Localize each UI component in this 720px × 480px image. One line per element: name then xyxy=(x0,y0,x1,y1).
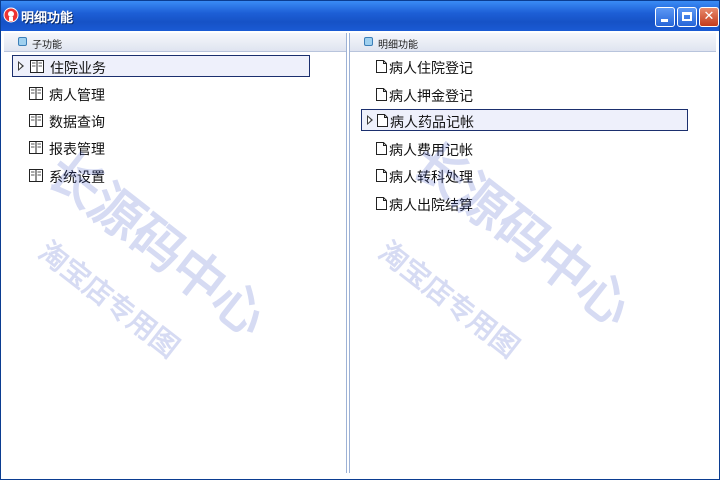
tree-item-shuju[interactable]: 数据查询 xyxy=(12,110,310,132)
close-button[interactable]: ✕ xyxy=(699,7,719,27)
arrow-right-icon xyxy=(18,61,24,71)
window-title: 明细功能 xyxy=(21,11,74,26)
book-icon xyxy=(29,114,43,127)
detail-item-dengji[interactable]: 病人住院登记 xyxy=(361,56,688,78)
app-icon xyxy=(3,7,19,23)
arrow-right-icon xyxy=(367,115,373,125)
app-window: 明细功能 ✕ 子功能 住院业务 病人管理 数据查询 报表管理 系统设置 明细功能… xyxy=(0,0,720,480)
book-icon xyxy=(29,141,43,154)
right-panel: 明细功能 病人住院登记 病人押金登记 病人药品记帐 病人费用记帐 病人转科处理 … xyxy=(349,33,716,473)
tree-item-xitong[interactable]: 系统设置 xyxy=(12,165,310,187)
right-panel-header: 明细功能 xyxy=(350,33,716,52)
book-icon xyxy=(30,60,44,73)
detail-item-feiyong[interactable]: 病人费用记帐 xyxy=(361,138,688,160)
tree-item-label: 系统设置 xyxy=(49,170,105,186)
doc-icon xyxy=(377,114,388,127)
tree-item-baobiao[interactable]: 报表管理 xyxy=(12,137,310,159)
detail-item-label: 病人住院登记 xyxy=(389,61,473,77)
left-panel: 子功能 住院业务 病人管理 数据查询 报表管理 系统设置 xyxy=(4,33,347,473)
detail-item-chuyuan[interactable]: 病人出院结算 xyxy=(361,193,688,215)
detail-item-yaopin[interactable]: 病人药品记帐 xyxy=(361,109,688,131)
detail-item-label: 病人药品记帐 xyxy=(390,115,474,131)
left-panel-title: 子功能 xyxy=(32,40,62,51)
title-bar[interactable]: 明细功能 ✕ xyxy=(1,1,719,31)
book-icon xyxy=(29,87,43,100)
tree-item-zhuyuan[interactable]: 住院业务 xyxy=(12,55,310,77)
right-panel-title: 明细功能 xyxy=(378,40,418,51)
doc-icon xyxy=(376,169,387,182)
detail-item-label: 病人转科处理 xyxy=(389,170,473,186)
client-area: 子功能 住院业务 病人管理 数据查询 报表管理 系统设置 明细功能 病人住院登记… xyxy=(1,31,719,479)
minimize-icon xyxy=(661,19,668,22)
doc-icon xyxy=(376,60,387,73)
detail-item-label: 病人出院结算 xyxy=(389,198,473,214)
tree-item-label: 住院业务 xyxy=(50,61,106,77)
detail-item-yajin[interactable]: 病人押金登记 xyxy=(361,84,688,106)
detail-item-label: 病人押金登记 xyxy=(389,89,473,105)
tree-item-label: 数据查询 xyxy=(49,115,105,131)
doc-icon xyxy=(376,142,387,155)
panel-header-icon xyxy=(18,37,27,46)
book-icon xyxy=(29,169,43,182)
left-panel-header: 子功能 xyxy=(4,33,346,52)
detail-item-zhuanke[interactable]: 病人转科处理 xyxy=(361,165,688,187)
panel-header-icon xyxy=(364,37,373,46)
tree-item-bingren[interactable]: 病人管理 xyxy=(12,83,310,105)
maximize-icon xyxy=(682,12,692,21)
close-icon: ✕ xyxy=(703,9,715,24)
doc-icon xyxy=(376,197,387,210)
tree-item-label: 报表管理 xyxy=(49,142,105,158)
tree-item-label: 病人管理 xyxy=(49,88,105,104)
minimize-button[interactable] xyxy=(655,7,675,27)
doc-icon xyxy=(376,88,387,101)
detail-item-label: 病人费用记帐 xyxy=(389,143,473,159)
maximize-button[interactable] xyxy=(677,7,697,27)
